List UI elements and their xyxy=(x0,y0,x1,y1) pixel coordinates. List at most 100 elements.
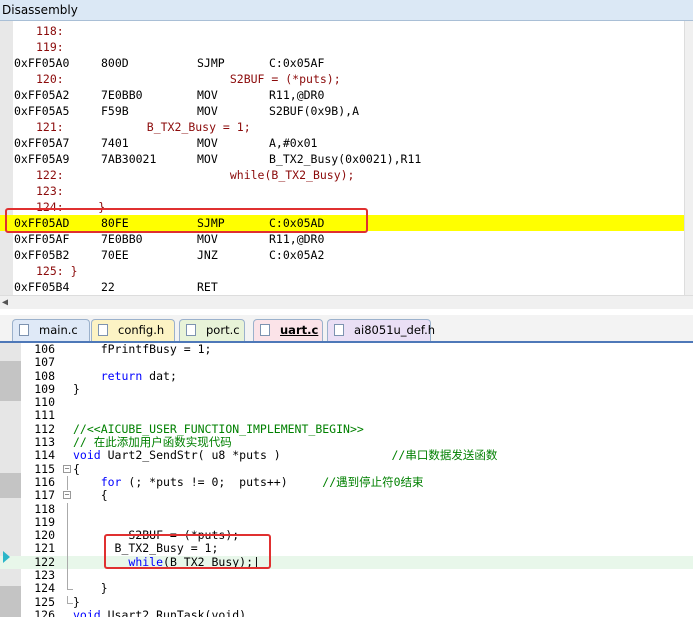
fold-gutter xyxy=(62,370,72,383)
disassembly-bytes: 22 xyxy=(101,280,115,294)
file-icon xyxy=(260,324,270,336)
editor-line[interactable]: 114 void Uart2_SendStr( u8 *puts ) //串口数据… xyxy=(0,448,693,463)
disassembly-row[interactable]: 0xFF05A0 800D SJMP C:0x05AF xyxy=(0,55,684,71)
editor-line[interactable]: 125} xyxy=(0,594,693,609)
line-number: 116 xyxy=(34,474,55,489)
editor-line[interactable]: 112 //<<AICUBE_USER_FUNCTION_IMPLEMENT_BE… xyxy=(0,421,693,436)
disassembly-row[interactable]: 0xFF05AF 7E0BB0 MOV R11,@DR0 xyxy=(0,231,684,247)
disassembly-row[interactable]: 0xFF05A5 F59B MOV S2BUF(0x9B),A xyxy=(0,103,684,119)
fold-line xyxy=(67,502,68,517)
disassembly-addr: 0xFF05A7 xyxy=(14,136,70,150)
disassembly-row[interactable]: 121: B_TX2_Busy = 1; xyxy=(0,119,684,135)
disassembly-addr: 0xFF05B2 xyxy=(14,248,70,262)
disassembly-source-line: 119: xyxy=(36,40,64,54)
disassembly-row[interactable]: 125: } xyxy=(0,263,684,279)
tab-config-h[interactable]: config.h xyxy=(91,319,175,341)
tab-label: port.c xyxy=(206,323,240,337)
disassembly-row[interactable]: 120: S2BUF = (*puts); xyxy=(0,71,684,87)
disassembly-row[interactable]: 118: xyxy=(0,23,684,39)
fold-toggle-icon[interactable]: − xyxy=(63,464,71,473)
editor-line[interactable]: 107 xyxy=(0,355,693,369)
editor-line[interactable]: 119 xyxy=(0,514,693,530)
line-number: 119 xyxy=(34,514,55,529)
editor-line[interactable]: 115−{ xyxy=(0,461,693,476)
disassembly-horizontal-scrollbar[interactable]: ◀ xyxy=(0,295,693,309)
disassembly-row[interactable]: 122: while(B_TX2_Busy); xyxy=(0,167,684,183)
disassembly-row[interactable]: 0xFF05A2 7E0BB0 MOV R11,@DR0 xyxy=(0,87,684,103)
code-text: fPrintfBusy = 1; xyxy=(73,343,212,356)
code-text: } xyxy=(73,594,80,609)
disassembly-op: MOV xyxy=(197,104,218,118)
fold-gutter xyxy=(62,569,72,584)
disassembly-row[interactable]: 123: xyxy=(0,183,684,199)
file-icon xyxy=(19,324,29,336)
code-text: } xyxy=(73,381,80,396)
line-number: 120 xyxy=(34,528,55,543)
tab-uart-c[interactable]: uart.c xyxy=(253,319,323,341)
disassembly-arg: R11,@DR0 xyxy=(269,232,325,246)
fold-gutter xyxy=(62,542,72,557)
code-text: void Uart2_SendStr( u8 *puts ) //串口数据发送函… xyxy=(73,448,498,463)
disassembly-vertical-scrollbar[interactable] xyxy=(684,21,693,295)
disassembly-source-line: 123: xyxy=(36,184,64,198)
fold-toggle-icon[interactable]: − xyxy=(63,491,71,500)
line-number: 122 xyxy=(34,554,55,569)
line-number: 115 xyxy=(34,461,55,476)
line-number: 118 xyxy=(34,501,55,516)
fold-gutter xyxy=(62,555,72,570)
fold-gutter xyxy=(62,343,72,356)
editor-line[interactable]: 109} xyxy=(0,381,693,396)
editor-line[interactable]: 116 for (; *puts != 0; puts++) //遇到停止符0结… xyxy=(0,474,693,490)
scroll-left-icon[interactable]: ◀ xyxy=(2,296,8,309)
fold-line xyxy=(67,542,68,557)
line-number: 125 xyxy=(34,594,55,609)
disassembly-row[interactable]: 119: xyxy=(0,39,684,55)
line-number: 108 xyxy=(34,368,55,383)
editor-line[interactable]: 117− { xyxy=(0,488,693,503)
line-number: 121 xyxy=(34,541,55,556)
fold-gutter xyxy=(62,383,72,396)
disassembly-source-line: 120: S2BUF = (*puts); xyxy=(36,72,341,86)
disassembly-addr: 0xFF05A9 xyxy=(14,152,70,166)
disassembly-title-bar: Disassembly xyxy=(0,0,693,21)
disassembly-bytes: 7AB30021 xyxy=(101,152,157,166)
tab-label: config.h xyxy=(118,323,165,337)
disassembly-op: JNZ xyxy=(197,248,218,262)
tab-ai8051u_def-h[interactable]: ai8051u_def.h xyxy=(327,319,435,341)
disassembly-addr: 0xFF05AF xyxy=(14,232,70,246)
disassembly-row[interactable]: 0xFF05B2 70EE JNZ C:0x05A2 xyxy=(0,247,684,263)
fold-gutter xyxy=(62,356,72,369)
fold-gutter xyxy=(62,475,72,490)
editor-line[interactable]: 111 xyxy=(0,409,693,423)
tab-port-c[interactable]: port.c xyxy=(179,319,245,341)
editor-line[interactable]: 126 void Usart2_RunTask(void) xyxy=(0,608,693,617)
fold-gutter xyxy=(62,595,73,609)
disassembly-op: RET xyxy=(197,280,218,294)
editor-line[interactable]: 113 // 在此添加用户函数实现代码 xyxy=(0,435,693,449)
disassembly-row[interactable]: 0xFF05A9 7AB30021 MOV B_TX2_Busy(0x0021),R1… xyxy=(0,151,684,167)
file-icon xyxy=(186,324,196,336)
line-number: 124 xyxy=(34,581,55,596)
fold-gutter xyxy=(62,515,72,530)
disassembly-view[interactable]: 118: 119: 0xFF05A0 800D SJMP C:0x05AF 120: S2B… xyxy=(0,21,684,295)
editor-line[interactable]: 124 } xyxy=(0,581,693,596)
editor-line[interactable]: 123 xyxy=(0,568,693,584)
editor-line[interactable]: 106 fPrintfBusy = 1; xyxy=(0,343,693,356)
code-text: { xyxy=(73,488,108,503)
fold-gutter: − xyxy=(62,489,72,502)
line-number: 112 xyxy=(34,421,55,436)
tab-main-c[interactable]: main.c xyxy=(12,319,90,341)
fold-gutter xyxy=(62,529,72,544)
editor-line[interactable]: 110 xyxy=(0,395,693,409)
code-text: return dat; xyxy=(100,368,177,383)
disassembly-row[interactable]: 0xFF05B4 22 RET xyxy=(0,279,684,295)
code-text: for (; *puts != 0; puts++) //遇到停止符0结束 xyxy=(100,474,424,489)
disassembly-arg: A,#0x01 xyxy=(269,136,318,150)
code-editor[interactable]: 106 fPrintfBusy = 1; 107 108 return dat; 10… xyxy=(0,343,693,617)
editor-line[interactable]: 118 xyxy=(0,501,693,517)
disassembly-addr: 0xFF05B4 xyxy=(14,280,70,294)
disassembly-row[interactable]: 0xFF05A7 7401 MOV A,#0x01 xyxy=(0,135,684,151)
fold-line xyxy=(67,515,68,530)
editor-line[interactable]: 108 return dat; xyxy=(0,368,693,383)
fold-line xyxy=(67,569,68,584)
